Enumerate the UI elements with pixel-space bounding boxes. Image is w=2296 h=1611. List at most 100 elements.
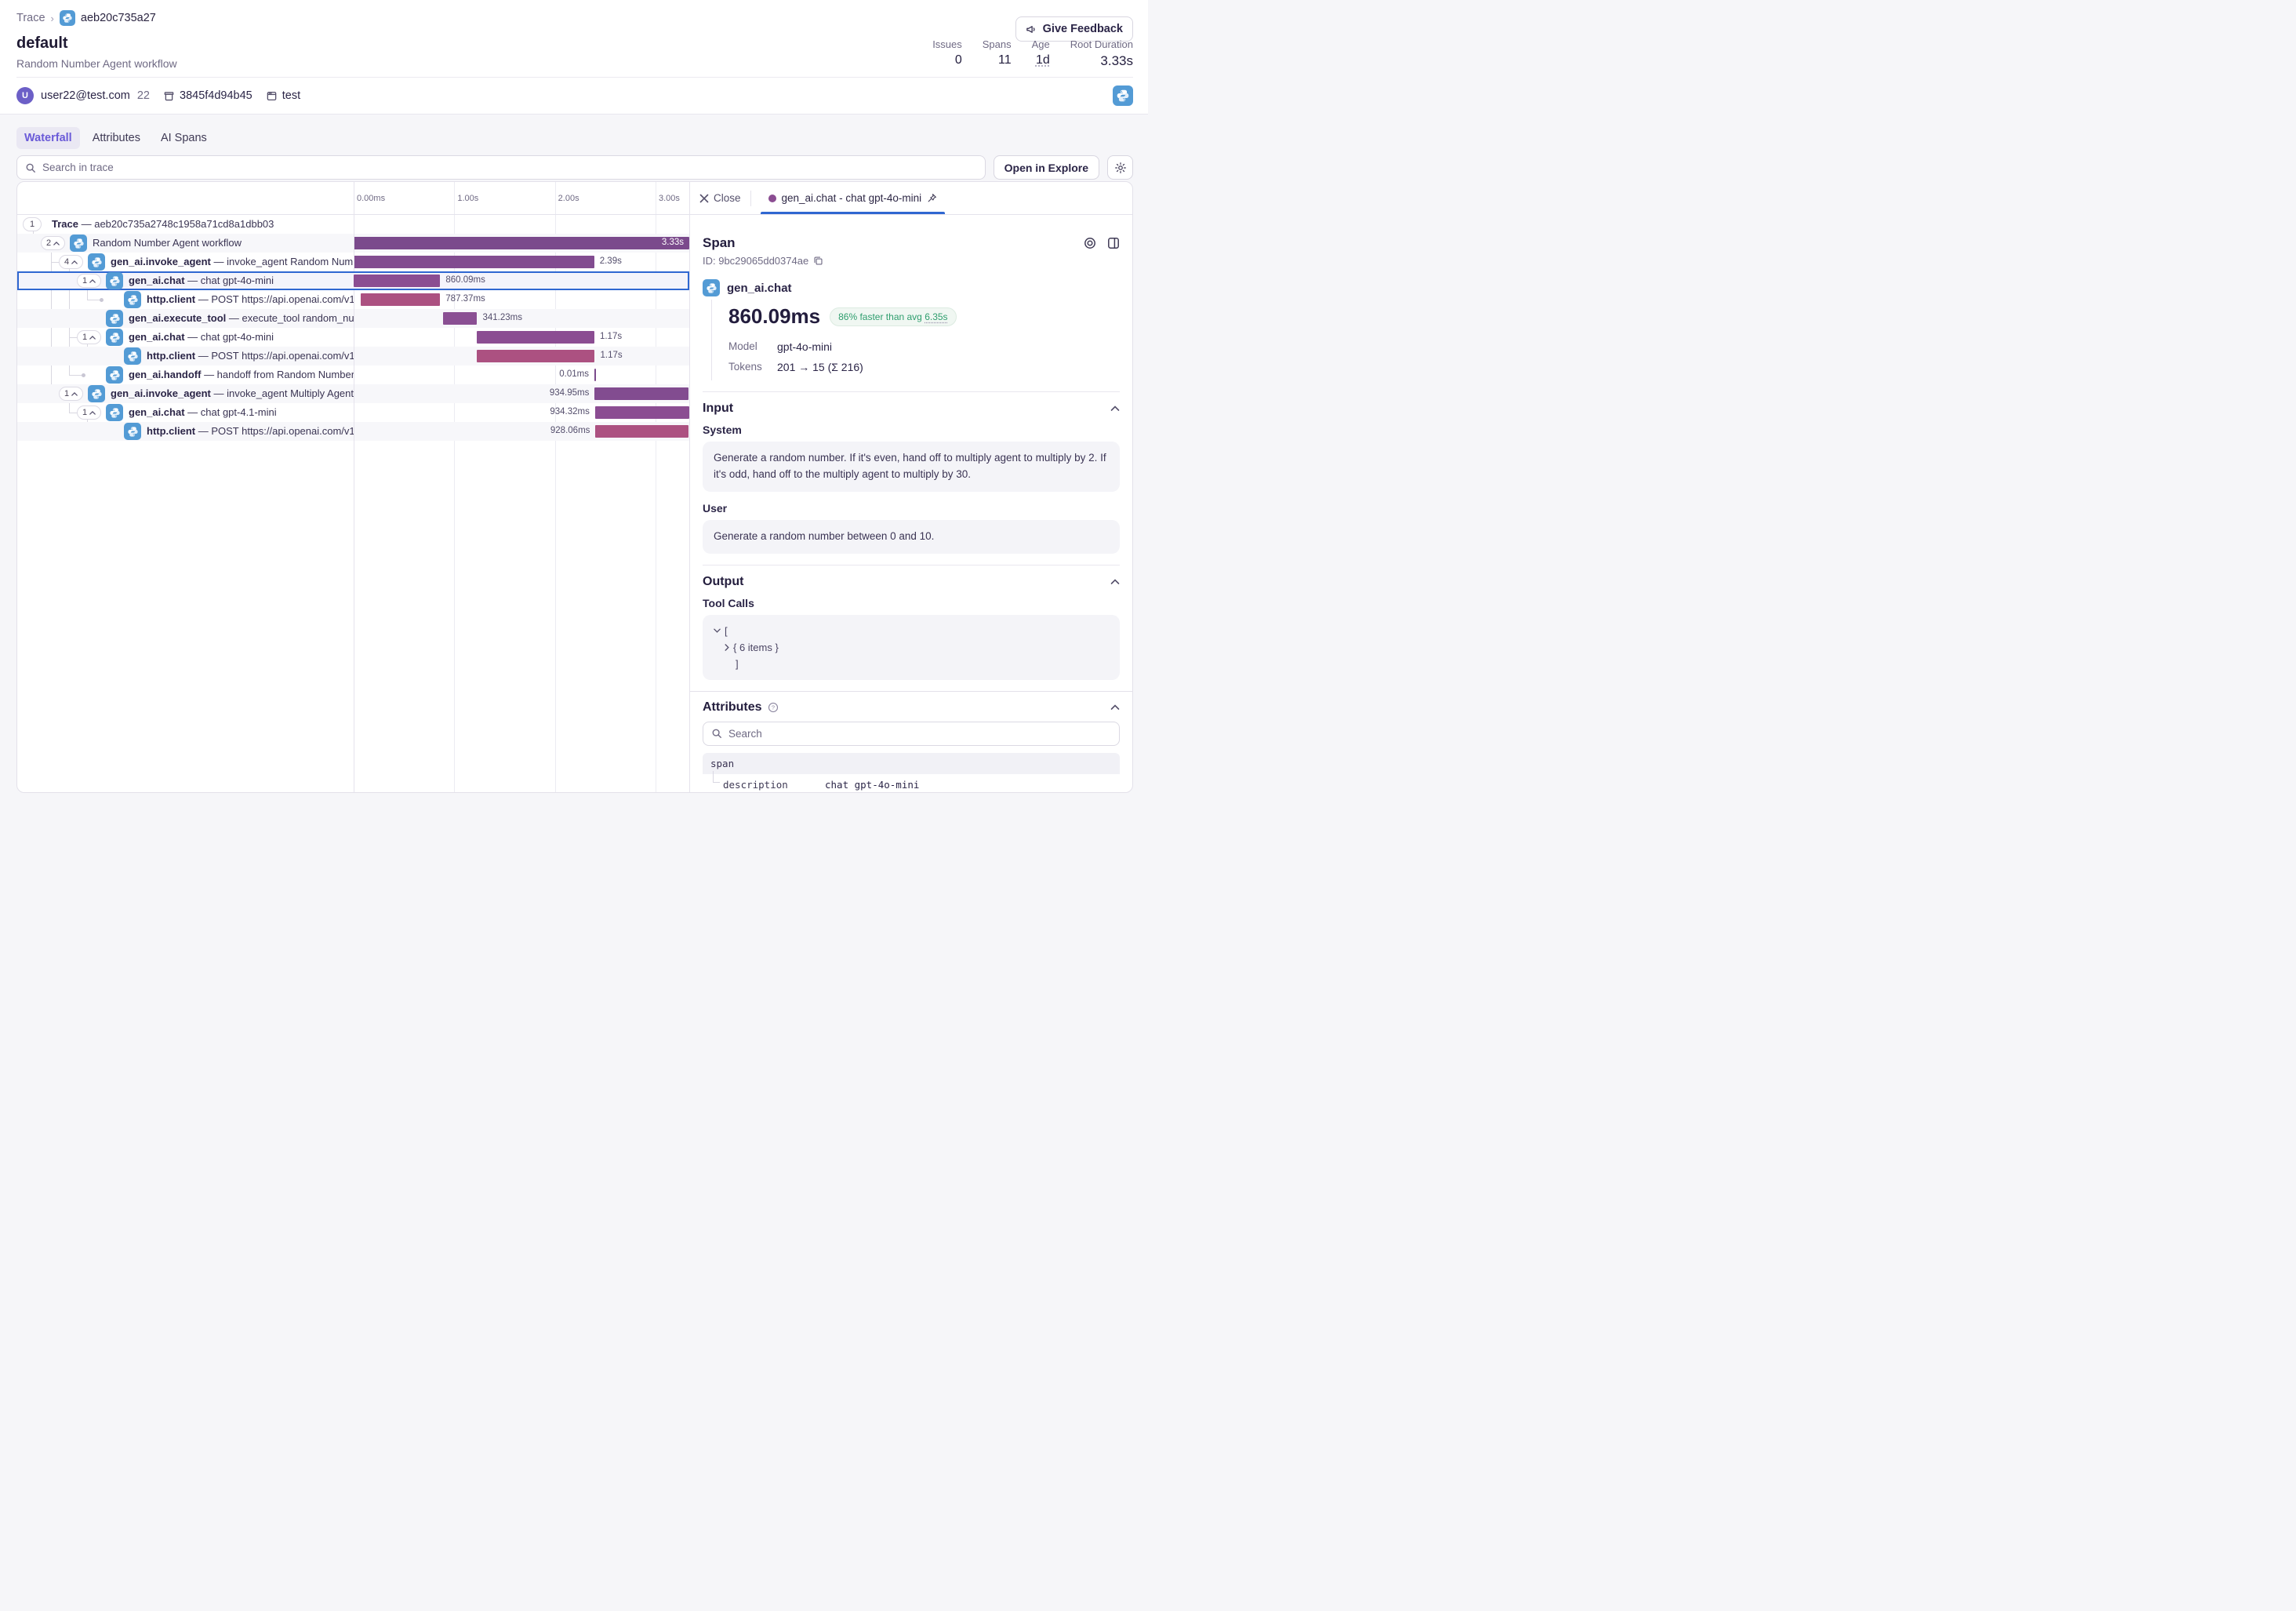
span-duration-bar[interactable] <box>354 275 440 287</box>
tokens-value: 201 → 15 (Σ 216) <box>777 357 863 377</box>
span-tree-cell: gen_ai.handoff — handoff from Random Num… <box>17 365 354 384</box>
release-item[interactable]: 3845f4d94b45 <box>163 89 252 102</box>
expand-toggle-pill[interactable]: 1 <box>59 387 83 401</box>
svg-text:?: ? <box>771 704 774 711</box>
span-bar-cell: 928.06ms <box>354 422 689 441</box>
axis-tick-label: 1.00s <box>457 194 478 203</box>
close-drawer-button[interactable]: Close <box>699 192 741 204</box>
python-icon <box>106 329 123 346</box>
span-duration-bar[interactable] <box>354 256 594 268</box>
attribute-row[interactable]: descriptionchat gpt-4o-mini <box>703 774 1120 792</box>
json-array-line[interactable]: [ <box>714 623 1109 639</box>
span-duration-label: 3.33s <box>662 238 684 247</box>
span-duration-bar[interactable] <box>477 331 594 344</box>
span-tree-cell: http.client — POST https://api.openai.co… <box>17 347 354 365</box>
stat-issues: Issues 0 <box>932 38 962 69</box>
attributes-search[interactable] <box>703 722 1120 746</box>
user-count: 22 <box>137 89 150 102</box>
trace-search[interactable] <box>16 155 986 180</box>
stat-spans: Spans 11 <box>983 38 1012 69</box>
release-id: 3845f4d94b45 <box>180 89 252 102</box>
span-bar-cell: 934.32ms <box>354 403 689 422</box>
span-duration-bar[interactable] <box>443 312 478 325</box>
span-duration-bar[interactable] <box>594 387 688 400</box>
span-duration-bar[interactable] <box>594 369 596 381</box>
tab-attributes[interactable]: Attributes <box>85 127 148 149</box>
python-icon <box>60 10 75 26</box>
drawer-tab-gen-ai-chat[interactable]: gen_ai.chat - chat gpt-4o-mini <box>761 182 946 214</box>
collapse-output-icon[interactable] <box>1110 579 1120 585</box>
tool-calls-json-box: [ { 6 items } ] <box>703 615 1120 680</box>
span-tree-cell: http.client — POST https://api.openai.co… <box>17 422 354 441</box>
expand-toggle-pill[interactable]: 1 <box>77 330 101 344</box>
span-color-dot <box>768 195 776 202</box>
search-icon <box>711 728 722 739</box>
json-object-line[interactable]: { 6 items } <box>714 639 1109 656</box>
attribute-key: description <box>723 779 825 791</box>
span-bar-cell: 0.01ms <box>354 365 689 384</box>
expand-toggle-pill[interactable]: 4 <box>59 255 83 269</box>
tab-waterfall[interactable]: Waterfall <box>16 127 80 149</box>
megaphone-icon <box>1026 24 1037 35</box>
python-icon <box>88 385 105 402</box>
expand-toggle-pill[interactable]: 1 <box>77 274 101 288</box>
model-value: gpt-4o-mini <box>777 336 832 357</box>
span-details-drawer: Close gen_ai.chat - chat gpt-4o-mini Spa… <box>689 182 1132 792</box>
search-input[interactable] <box>42 162 977 173</box>
python-icon <box>88 253 105 271</box>
collapse-attributes-icon[interactable] <box>1110 704 1120 711</box>
collapse-input-icon[interactable] <box>1110 405 1120 412</box>
tab-ai-spans[interactable]: AI Spans <box>153 127 215 149</box>
span-duration-bar[interactable] <box>595 425 688 438</box>
expand-toggle-pill[interactable]: 2 <box>41 236 65 250</box>
expand-toggle-pill[interactable]: 1 <box>77 405 101 420</box>
span-duration-bar[interactable] <box>595 406 689 419</box>
search-icon <box>25 162 36 173</box>
user-email[interactable]: user22@test.com <box>41 89 130 102</box>
span-label: gen_ai.chat — chat gpt-4o-mini <box>129 331 274 343</box>
span-heading: Span <box>703 235 1084 251</box>
span-duration-bar[interactable] <box>361 293 440 306</box>
trace-view-page: Trace › aeb20c735a27 Give Feedback defau… <box>0 0 1148 806</box>
copy-icon[interactable] <box>813 256 823 266</box>
breadcrumb-trace-link[interactable]: Trace <box>16 12 45 24</box>
give-feedback-label: Give Feedback <box>1043 23 1123 35</box>
axis-tick-label: 3.00s <box>659 194 680 203</box>
json-array-close-line: ] <box>714 656 1109 672</box>
input-section: Input System Generate a random number. I… <box>703 391 1120 554</box>
trace-panel: 0.00ms1.00s2.00s3.00s 1Trace — aeb20c735… <box>16 181 1133 793</box>
span-label: gen_ai.invoke_agent — invoke_agent Multi… <box>111 387 354 399</box>
attribute-group-span[interactable]: span <box>703 753 1120 774</box>
span-row[interactable]: 1gen_ai.chat — chat gpt-4o-mini860.09ms <box>17 271 689 290</box>
python-icon <box>124 423 141 440</box>
open-in-explore-button[interactable]: Open in Explore <box>994 155 1099 180</box>
span-duration-label: 934.95ms <box>550 388 590 398</box>
focus-span-icon[interactable] <box>1084 237 1096 249</box>
attributes-search-input[interactable] <box>728 728 1111 740</box>
layout-panel-icon[interactable] <box>1107 237 1120 249</box>
span-duration-bar[interactable] <box>354 237 689 249</box>
stat-root-duration: Root Duration 3.33s <box>1070 38 1133 69</box>
attributes-table: span descriptionchat gpt-4o-miniduration… <box>703 753 1120 792</box>
axis-tick-label: 2.00s <box>558 194 579 203</box>
settings-button[interactable] <box>1107 155 1133 180</box>
pin-icon[interactable] <box>927 193 937 203</box>
page-header: Trace › aeb20c735a27 Give Feedback defau… <box>0 0 1148 115</box>
expand-toggle-pill[interactable]: 1 <box>23 217 42 231</box>
span-tree-cell: 1gen_ai.chat — chat gpt-4o-mini <box>17 271 354 290</box>
avg-duration-value[interactable]: 6.35s <box>925 311 947 322</box>
span-op-name: gen_ai.chat <box>727 282 792 295</box>
span-tree-cell: 1Trace — aeb20c735a2748c1958a71cd8a1dbb0… <box>17 215 354 234</box>
span-tree-cell: 1 gen_ai.invoke_agent — invoke_agent Mult… <box>17 384 354 403</box>
python-icon <box>124 347 141 365</box>
span-bar-cell: 341.23ms <box>354 309 689 328</box>
help-icon[interactable]: ? <box>768 702 779 713</box>
span-duration-bar[interactable] <box>477 350 594 362</box>
span-tree-cell: 1 gen_ai.chat — chat gpt-4o-mini <box>17 328 354 347</box>
close-label: Close <box>714 192 741 204</box>
python-icon <box>106 272 123 289</box>
span-duration-label: 0.01ms <box>559 369 589 379</box>
span-bar-cell: 2.39s <box>354 253 689 271</box>
package-icon <box>163 90 175 102</box>
environment-item[interactable]: test <box>266 89 300 102</box>
